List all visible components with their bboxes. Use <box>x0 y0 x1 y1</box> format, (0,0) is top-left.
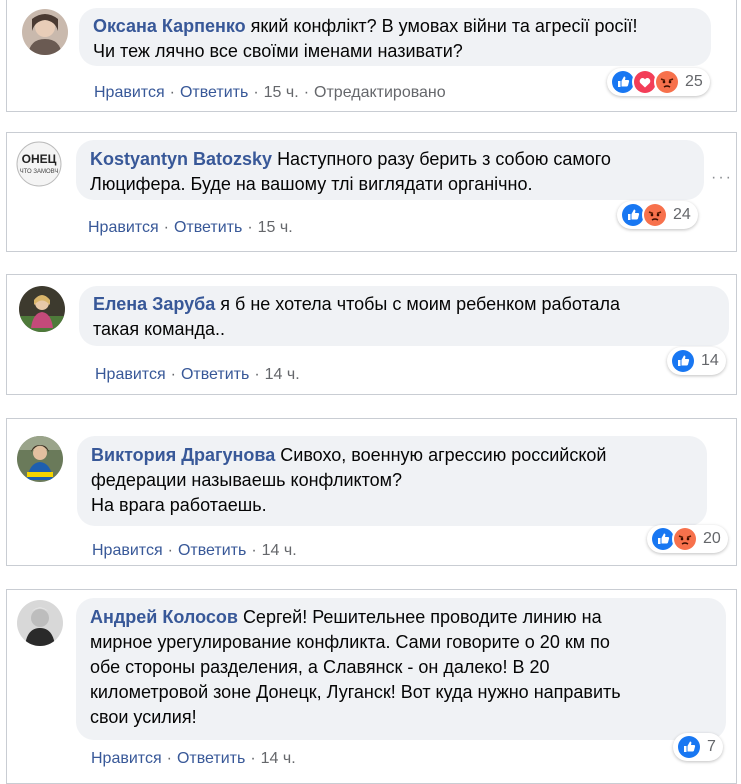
comment-author[interactable]: Kostyantyn Batozsky <box>90 149 272 169</box>
separator: · <box>254 366 260 383</box>
separator: · <box>166 750 172 767</box>
like-button[interactable]: Нравится <box>95 366 166 383</box>
comment-text: обе стороны разделения, а Славянск - он … <box>90 657 550 677</box>
angry-icon <box>672 526 698 552</box>
comment-text: який конфлікт? В умовах війни та агресії… <box>250 16 638 36</box>
avatar[interactable] <box>17 600 63 646</box>
comment-time[interactable]: 14 ч. <box>262 542 297 559</box>
comment-text: Чи теж лячно все своїми іменами називати… <box>93 41 463 61</box>
reaction-count: 7 <box>707 738 716 755</box>
avatar[interactable] <box>19 286 65 332</box>
like-button[interactable]: Нравится <box>94 84 165 101</box>
comment-card: Андрей Колосов Сергей! Решительнее провод… <box>6 589 737 784</box>
avatar[interactable] <box>17 436 63 482</box>
comment-bubble: Андрей Колосов Сергей! Решительнее провод… <box>76 598 726 740</box>
separator: · <box>303 84 310 101</box>
comment-author[interactable]: Елена Заруба <box>93 294 215 314</box>
avatar[interactable] <box>22 9 68 55</box>
comment-text: такая команда.. <box>93 319 226 339</box>
svg-text:ЧТО ЗАМОВЧ: ЧТО ЗАМОВЧ <box>20 169 59 175</box>
separator: · <box>170 366 176 383</box>
reaction-count: 24 <box>673 206 691 223</box>
like-button[interactable]: Нравится <box>91 750 162 767</box>
comment-text: мирное урегулирование конфликта. Сами го… <box>90 632 610 652</box>
angry-icon <box>654 69 680 95</box>
comment-text: Наступного разу берить з собою самого <box>277 149 611 169</box>
reactions-summary[interactable]: 14 <box>667 347 726 375</box>
reaction-count: 20 <box>703 530 721 547</box>
like-icon <box>670 348 696 374</box>
reply-button[interactable]: Ответить <box>180 84 248 101</box>
comment-card: Виктория Драгунова Сивохо, военную агресс… <box>6 418 737 566</box>
comment-author[interactable]: Оксана Карпенко <box>93 16 246 36</box>
separator: · <box>167 542 173 559</box>
reactions-summary[interactable]: 25 <box>607 68 710 96</box>
comment-text: свои усилия! <box>90 707 197 727</box>
comment-author[interactable]: Виктория Драгунова <box>91 445 275 465</box>
comment-author[interactable]: Андрей Колосов <box>90 607 238 627</box>
comment-actions: Нравится · Ответить · 14 ч. <box>91 750 296 768</box>
comment-text: Сивохо, военную агрессию российской <box>280 445 607 465</box>
separator: · <box>253 84 259 101</box>
comment-actions: Нравится · Ответить · 15 ч. <box>88 219 293 237</box>
comment-time[interactable]: 15 ч. <box>264 84 299 101</box>
comment-time[interactable]: 14 ч. <box>265 366 300 383</box>
comment-bubble: Kostyantyn Batozsky Наступного разу берит… <box>76 140 704 200</box>
reactions-summary[interactable]: 7 <box>673 733 723 761</box>
like-icon <box>676 734 702 760</box>
separator: · <box>250 750 256 767</box>
comment-bubble: Оксана Карпенко який конфлікт? В умовах в… <box>79 8 711 66</box>
more-options-icon[interactable]: ··· <box>711 169 733 187</box>
reply-button[interactable]: Ответить <box>174 219 242 236</box>
edited-label: Отредактировано <box>314 84 446 101</box>
separator: · <box>169 84 175 101</box>
comment-text: Люцифера. Буде на вашому тлі виглядати о… <box>90 174 533 194</box>
comment-card: ОНЕЦ ЧТО ЗАМОВЧ Kostyantyn Batozsky Наступ… <box>6 132 737 252</box>
comment-actions: Нравится · Ответить · 15 ч. · Отредактировано <box>94 84 446 102</box>
comment-time[interactable]: 14 ч. <box>261 750 296 767</box>
comment-text: На врага работаешь. <box>91 495 267 515</box>
comment-actions: Нравится · Ответить · 14 ч. <box>95 366 300 384</box>
comment-actions: Нравится · Ответить · 14 ч. <box>92 542 297 560</box>
svg-text:ОНЕЦ: ОНЕЦ <box>22 152 57 166</box>
reply-button[interactable]: Ответить <box>178 542 246 559</box>
comment-text: Сергей! Решительнее проводите линию на <box>242 607 602 627</box>
like-button[interactable]: Нравится <box>92 542 163 559</box>
reaction-count: 14 <box>701 352 719 369</box>
comment-text: федерации называешь конфликтом? <box>91 470 403 490</box>
angry-icon <box>642 202 668 228</box>
comment-card: Елена Заруба я б не хотела чтобы с моим р… <box>6 274 737 395</box>
separator: · <box>251 542 257 559</box>
like-button[interactable]: Нравится <box>88 219 159 236</box>
reply-button[interactable]: Ответить <box>181 366 249 383</box>
comment-time[interactable]: 15 ч. <box>258 219 293 236</box>
separator: · <box>247 219 253 236</box>
comment-card: Оксана Карпенко який конфлікт? В умовах в… <box>6 0 737 112</box>
reply-button[interactable]: Ответить <box>177 750 245 767</box>
avatar[interactable]: ОНЕЦ ЧТО ЗАМОВЧ <box>16 141 62 187</box>
comment-bubble: Виктория Драгунова Сивохо, военную агресс… <box>77 436 707 526</box>
comment-text: я б не хотела чтобы с моим ребенком рабо… <box>220 294 621 314</box>
reaction-count: 25 <box>685 73 703 90</box>
comment-bubble: Елена Заруба я б не хотела чтобы с моим р… <box>79 286 729 346</box>
separator: · <box>163 219 169 236</box>
reactions-summary[interactable]: 20 <box>647 525 728 553</box>
reactions-summary[interactable]: 24 <box>617 201 698 229</box>
comment-text: километровой зоне Донецк, Луганск! Вот к… <box>90 682 621 702</box>
